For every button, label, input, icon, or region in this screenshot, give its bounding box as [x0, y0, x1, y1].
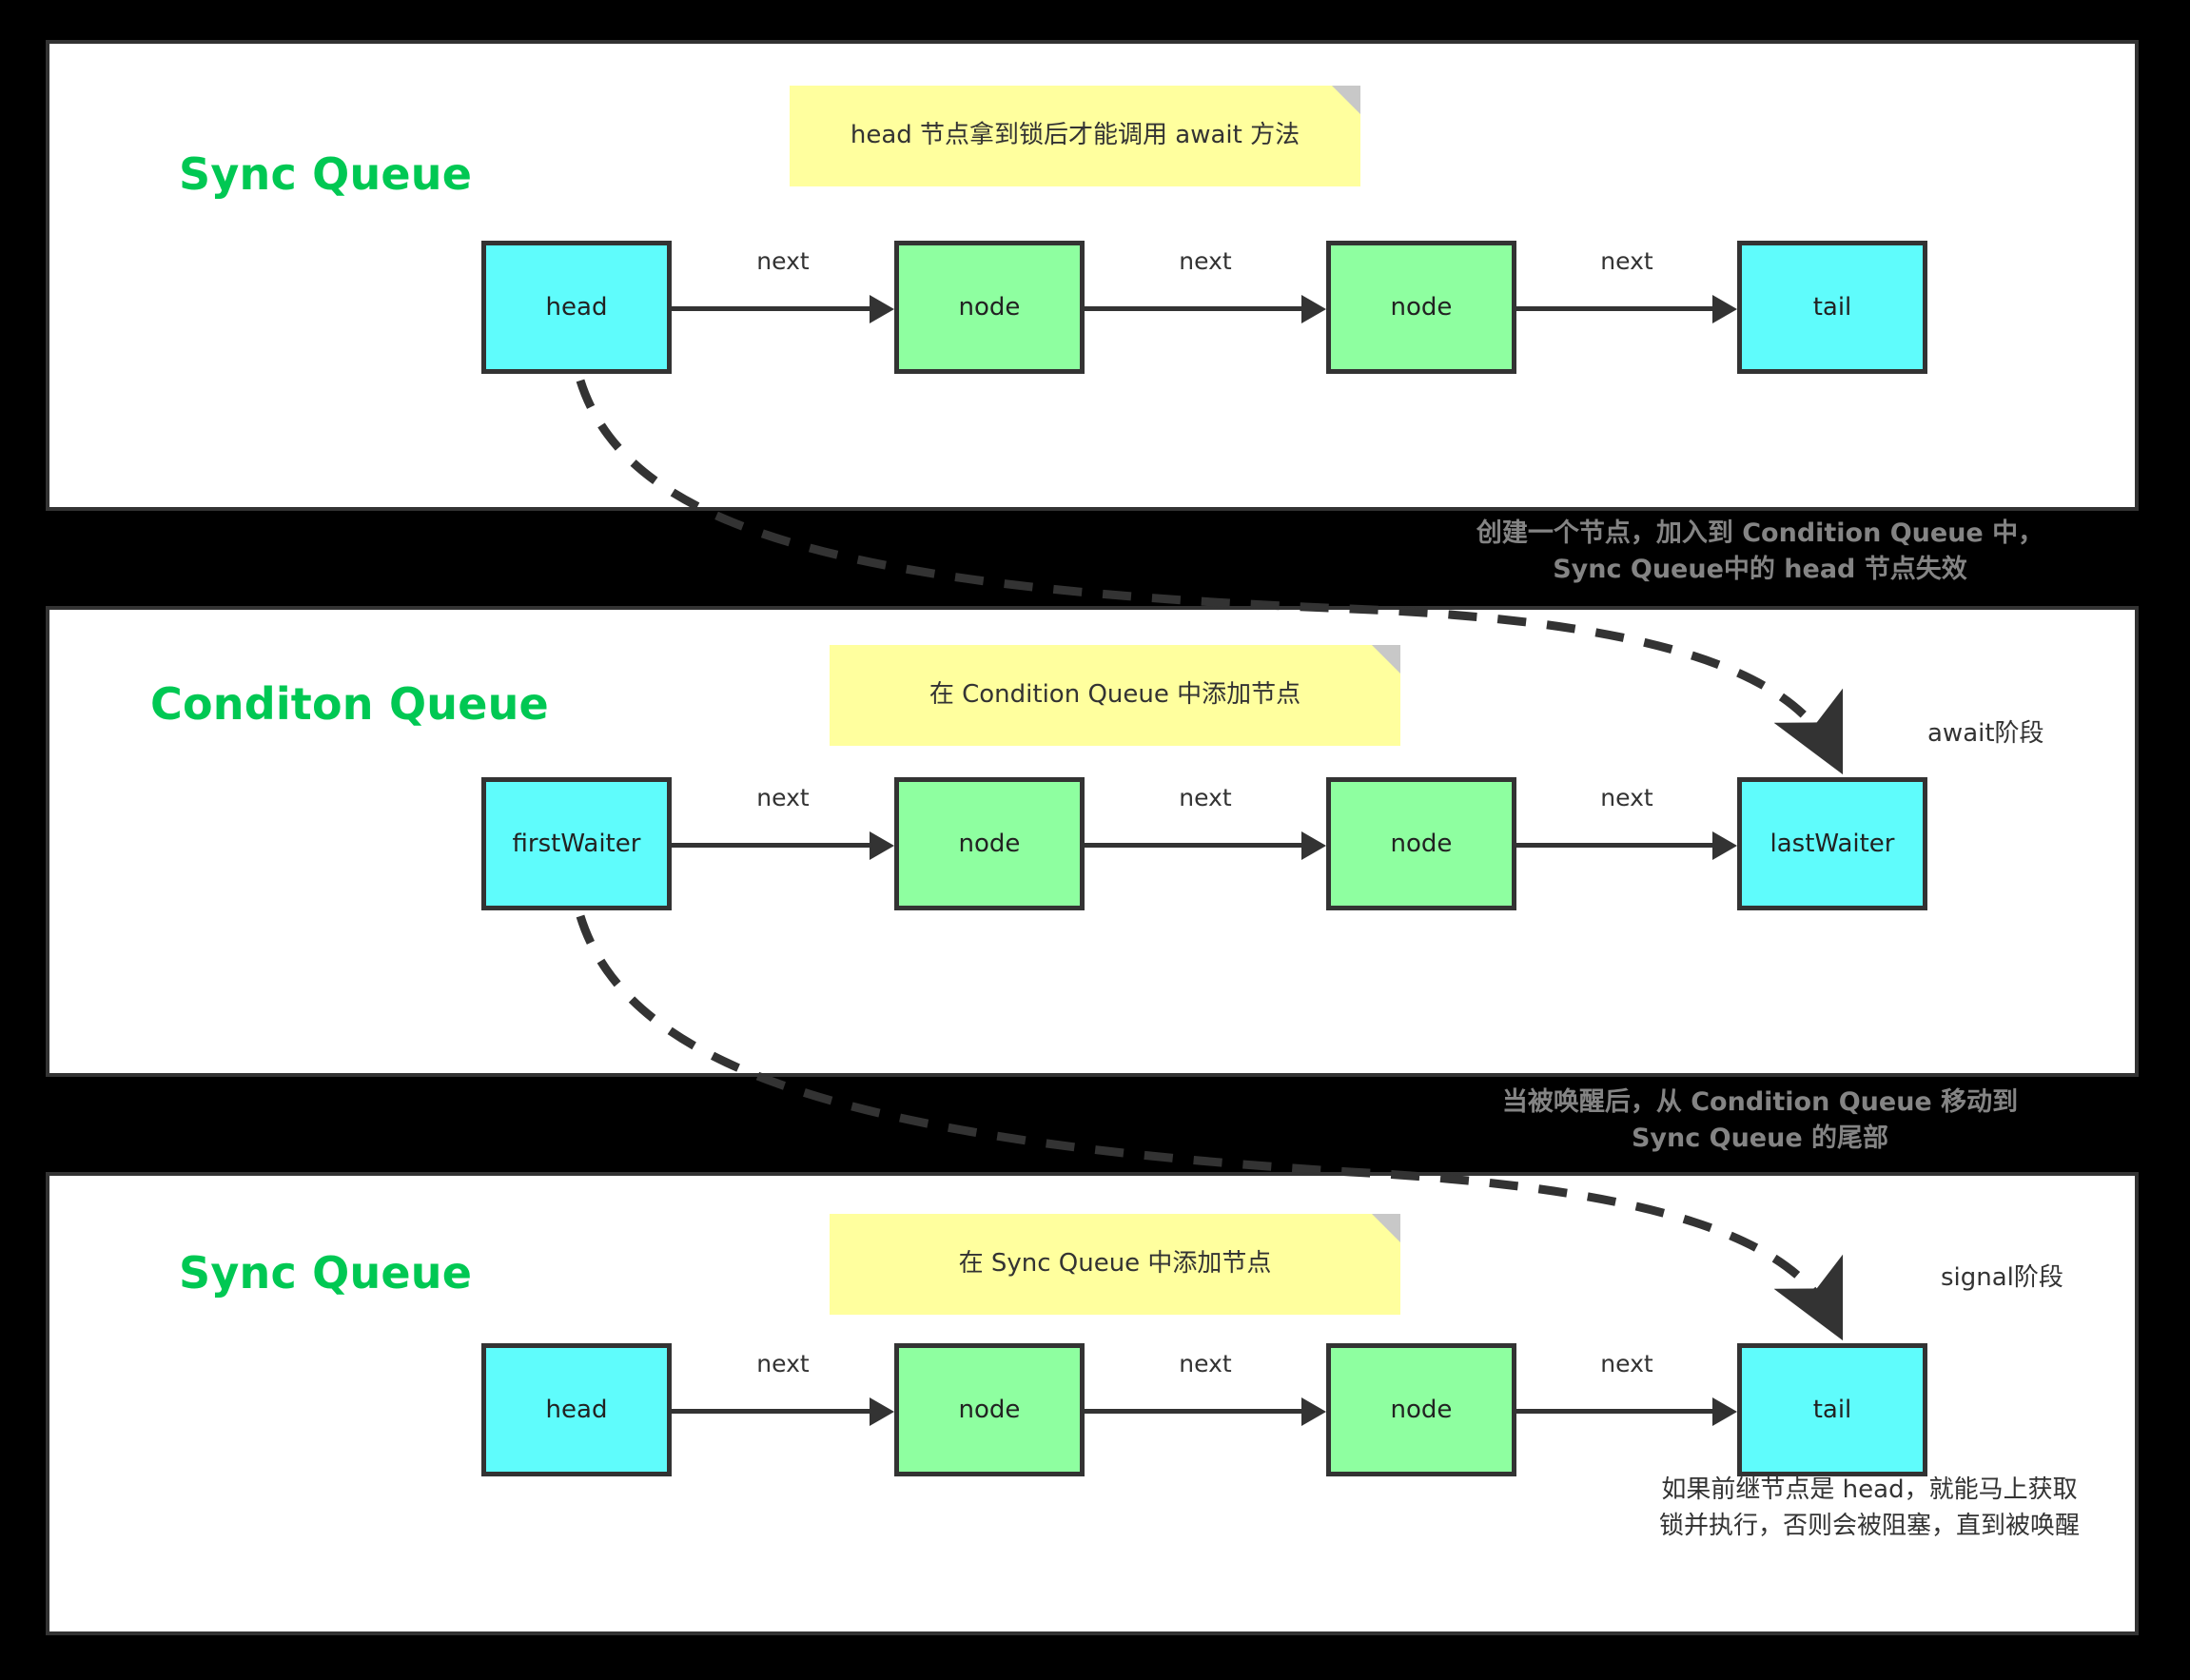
- node-middle2-cond[interactable]: node: [1326, 777, 1516, 910]
- edge-next-cond-1: next: [672, 784, 894, 860]
- arrow-head-icon: [1301, 831, 1326, 860]
- edge-line: [1085, 306, 1305, 311]
- edge-label-next: next: [1179, 784, 1232, 811]
- transition-note-signal: 当被唤醒后，从 Condition Queue 移动到 Sync Queue 的…: [1501, 1087, 2019, 1153]
- node-head-bottom[interactable]: head: [481, 1343, 672, 1476]
- edge-next-cond-3: next: [1516, 784, 1737, 860]
- sticky-note-condition-queue: 在 Condition Queue 中添加节点: [830, 645, 1400, 746]
- edge-line: [1085, 1409, 1305, 1414]
- sticky-fold-icon: [1372, 1214, 1400, 1242]
- edge-label-next: next: [756, 247, 810, 275]
- node-middle1-bottom[interactable]: node: [894, 1343, 1085, 1476]
- sticky-fold-icon: [1332, 86, 1360, 114]
- edge-line: [1516, 306, 1716, 311]
- transition-note-await: 创建一个节点，加入到 Condition Queue 中， Sync Queue…: [1476, 518, 2044, 584]
- edge-label-next: next: [1600, 1350, 1653, 1377]
- edge-line: [1516, 1409, 1716, 1414]
- node-first-waiter[interactable]: firstWaiter: [481, 777, 672, 910]
- sticky-note-sync-queue-top: head 节点拿到锁后才能调用 await 方法: [790, 86, 1360, 186]
- edge-label-next: next: [1600, 247, 1653, 275]
- node-last-waiter[interactable]: lastWaiter: [1737, 777, 1927, 910]
- edge-next-bottom-2: next: [1085, 1350, 1326, 1426]
- sticky-fold-icon: [1372, 645, 1400, 674]
- node-tail-top[interactable]: tail: [1737, 241, 1927, 374]
- edge-line: [672, 306, 873, 311]
- edge-label-next: next: [756, 1350, 810, 1377]
- sticky-note-sync-queue-bottom: 在 Sync Queue 中添加节点: [830, 1214, 1400, 1315]
- diagram-canvas: Sync Queue head 节点拿到锁后才能调用 await 方法 head…: [0, 0, 2190, 1680]
- bottom-caption-text: 如果前继节点是 head，就能马上获取 锁并执行，否则会被阻塞，直到被唤醒: [1658, 1475, 2080, 1540]
- arrow-head-icon: [1712, 831, 1737, 860]
- phase-label-signal: signal阶段: [1941, 1263, 2063, 1292]
- arrow-head-icon: [870, 1397, 894, 1426]
- section-title-sync-queue-bottom: Sync Queue: [179, 1247, 473, 1299]
- node-middle1-top[interactable]: node: [894, 241, 1085, 374]
- arrow-head-icon: [870, 831, 894, 860]
- arrow-head-icon: [1712, 1397, 1737, 1426]
- edge-next-top-1: next: [672, 247, 894, 323]
- edge-line: [1516, 843, 1716, 848]
- edge-line: [1085, 843, 1305, 848]
- edge-next-top-2: next: [1085, 247, 1326, 323]
- node-head-top[interactable]: head: [481, 241, 672, 374]
- edge-next-bottom-1: next: [672, 1350, 894, 1426]
- edge-next-bottom-3: next: [1516, 1350, 1737, 1426]
- arrow-head-icon: [870, 295, 894, 323]
- arrow-head-icon: [1712, 295, 1737, 323]
- edge-label-next: next: [1179, 1350, 1232, 1377]
- edge-label-next: next: [1600, 784, 1653, 811]
- node-tail-bottom[interactable]: tail: [1737, 1343, 1927, 1476]
- section-title-sync-queue-top: Sync Queue: [179, 148, 473, 200]
- edge-next-cond-2: next: [1085, 784, 1326, 860]
- node-middle2-bottom[interactable]: node: [1326, 1343, 1516, 1476]
- node-middle1-cond[interactable]: node: [894, 777, 1085, 910]
- edge-next-top-3: next: [1516, 247, 1737, 323]
- edge-label-next: next: [756, 784, 810, 811]
- sticky-note-text: head 节点拿到锁后才能调用 await 方法: [850, 121, 1300, 150]
- node-middle2-top[interactable]: node: [1326, 241, 1516, 374]
- phase-label-await: await阶段: [1927, 719, 2044, 748]
- section-title-condition-queue: Conditon Queue: [150, 678, 549, 730]
- arrow-head-icon: [1301, 295, 1326, 323]
- arrow-head-icon: [1301, 1397, 1326, 1426]
- sticky-note-text: 在 Sync Queue 中添加节点: [958, 1249, 1272, 1279]
- edge-line: [672, 843, 873, 848]
- sticky-note-text: 在 Condition Queue 中添加节点: [929, 680, 1301, 710]
- edge-label-next: next: [1179, 247, 1232, 275]
- edge-line: [672, 1409, 873, 1414]
